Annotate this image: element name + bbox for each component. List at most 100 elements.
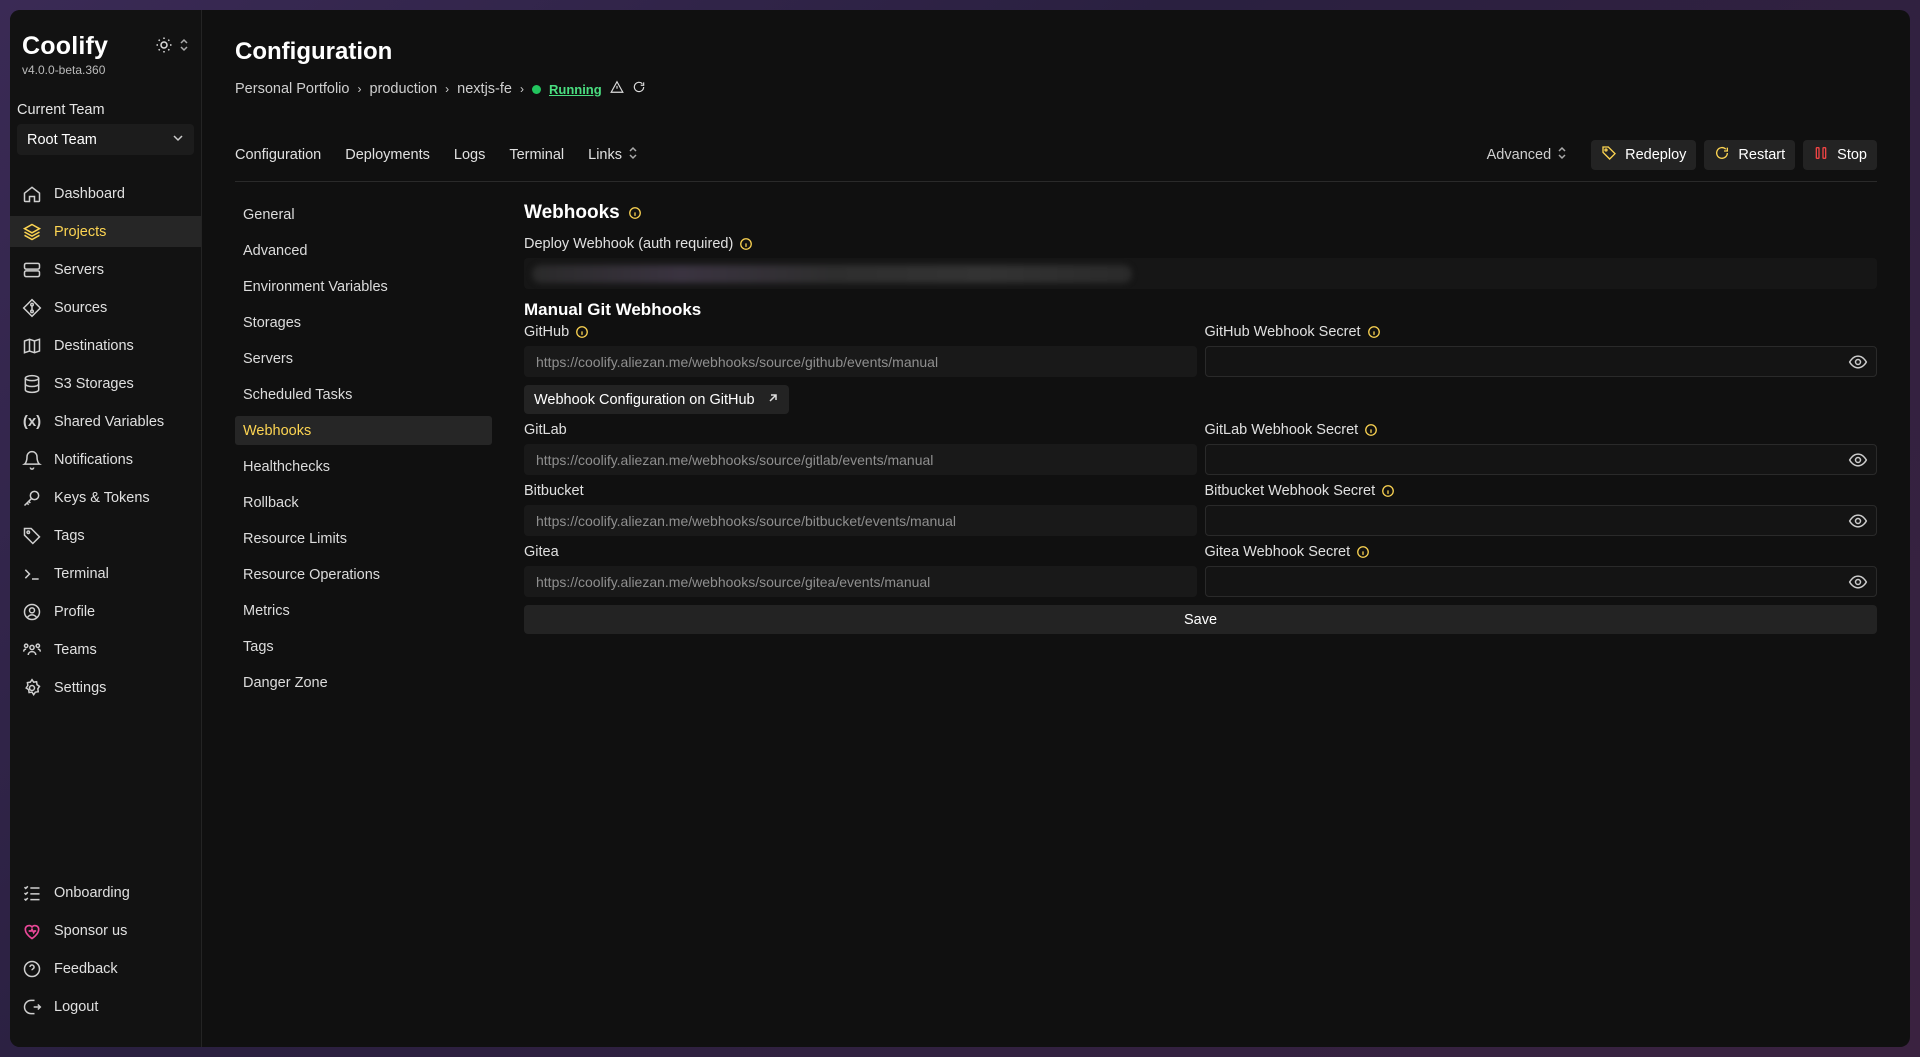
sidebar-bottom-nav: Onboarding Sponsor us Feedback Logout	[10, 877, 201, 1029]
nav-item-label: Onboarding	[54, 884, 130, 901]
nav-item-terminal[interactable]: Terminal	[10, 558, 201, 589]
nav-item-profile[interactable]: Profile	[10, 596, 201, 627]
subnav-danger-zone[interactable]: Danger Zone	[235, 668, 492, 697]
team-select[interactable]: Root Team	[17, 124, 194, 155]
external-link-icon	[767, 392, 779, 408]
restart-button[interactable]: Restart	[1704, 139, 1796, 170]
subnav-resource-limits[interactable]: Resource Limits	[235, 524, 492, 553]
subnav-tags[interactable]: Tags	[235, 632, 492, 661]
nav-item-logout[interactable]: Logout	[10, 991, 201, 1022]
bitbucket-secret-label-text: Bitbucket Webhook Secret	[1204, 483, 1376, 499]
nav-item-servers[interactable]: Servers	[10, 254, 201, 285]
subnav-environment-variables[interactable]: Environment Variables	[235, 272, 492, 301]
nav-item-dashboard[interactable]: Dashboard	[10, 178, 201, 209]
github-webhook-config-button[interactable]: Webhook Configuration on GitHub	[524, 385, 789, 414]
subnav-metrics[interactable]: Metrics	[235, 596, 492, 625]
nav-item-destinations[interactable]: Destinations	[10, 330, 201, 361]
nav-item-label: Shared Variables	[54, 413, 165, 430]
nav-item-notifications[interactable]: Notifications	[10, 444, 201, 475]
bitbucket-webhook-url-field[interactable]: https://coolify.aliezan.me/webhooks/sour…	[524, 505, 1197, 536]
nav-item-tags[interactable]: Tags	[10, 520, 201, 551]
nav-item-teams[interactable]: Teams	[10, 634, 201, 665]
nav-item-shared-variables[interactable]: (x) Shared Variables	[10, 406, 201, 437]
breadcrumb-environment[interactable]: production	[369, 81, 437, 97]
nav-item-label: Sponsor us	[54, 922, 128, 939]
tab-logs[interactable]: Logs	[454, 146, 485, 164]
users-icon	[20, 638, 44, 662]
subnav-general[interactable]: General	[235, 200, 492, 229]
gitea-webhook-url-field[interactable]: https://coolify.aliezan.me/webhooks/sour…	[524, 566, 1197, 597]
info-icon[interactable]	[1381, 484, 1395, 498]
breadcrumb-resource[interactable]: nextjs-fe	[457, 81, 512, 97]
tag-icon	[20, 524, 44, 548]
app-version: v4.0.0-beta.360	[22, 63, 106, 77]
info-icon[interactable]	[628, 206, 642, 220]
nav-item-sponsor[interactable]: Sponsor us	[10, 915, 201, 946]
info-icon[interactable]	[1364, 423, 1378, 437]
redacted-value	[532, 265, 1132, 283]
bitbucket-secret-field[interactable]	[1204, 505, 1877, 536]
eye-icon[interactable]	[1848, 352, 1868, 372]
eye-icon[interactable]	[1848, 572, 1868, 592]
status-dot	[531, 84, 541, 94]
subnav-healthchecks[interactable]: Healthchecks	[235, 452, 492, 481]
info-icon[interactable]	[575, 325, 589, 339]
eye-icon[interactable]	[1848, 511, 1868, 531]
chevron-right-icon: ›	[519, 82, 524, 96]
tab-links-label: Links	[588, 146, 622, 163]
nav-item-label: Teams	[54, 641, 97, 658]
deploy-webhook-field[interactable]	[524, 258, 1877, 289]
nav-item-label: Projects	[54, 223, 107, 240]
chevron-down-icon	[172, 132, 184, 148]
nav-item-projects[interactable]: Projects	[10, 216, 201, 247]
tab-links[interactable]: Links	[588, 146, 638, 164]
github-secret-label-text: GitHub Webhook Secret	[1204, 324, 1361, 340]
subnav-rollback[interactable]: Rollback	[235, 488, 492, 517]
github-webhook-url-field[interactable]: https://coolify.aliezan.me/webhooks/sour…	[524, 346, 1197, 377]
nav-item-sources[interactable]: Sources	[10, 292, 201, 323]
gitea-secret-label: Gitea Webhook Secret	[1205, 544, 1878, 560]
tab-terminal[interactable]: Terminal	[509, 146, 564, 164]
save-button[interactable]: Save	[524, 605, 1877, 634]
github-label: GitHub	[524, 324, 1197, 340]
refresh-icon[interactable]	[632, 80, 646, 98]
gitea-secret-field[interactable]	[1204, 566, 1877, 597]
subnav-storages[interactable]: Storages	[235, 308, 492, 337]
status-badge[interactable]: Running	[549, 82, 602, 97]
advanced-dropdown-label: Advanced	[1486, 146, 1552, 163]
subnav-advanced[interactable]: Advanced	[235, 236, 492, 265]
github-secret-field[interactable]	[1204, 346, 1877, 377]
eye-icon[interactable]	[1848, 450, 1868, 470]
stop-icon	[1813, 145, 1829, 165]
nav-item-s3-storages[interactable]: S3 Storages	[10, 368, 201, 399]
subnav-scheduled-tasks[interactable]: Scheduled Tasks	[235, 380, 492, 409]
nav-item-feedback[interactable]: Feedback	[10, 953, 201, 984]
redeploy-button[interactable]: Redeploy	[1591, 139, 1697, 170]
nav-item-label: S3 Storages	[54, 375, 134, 392]
breadcrumb-project[interactable]: Personal Portfolio	[235, 81, 349, 97]
config-subnav: General Advanced Environment Variables S…	[235, 200, 492, 704]
nav-item-label: Logout	[54, 998, 99, 1015]
nav-item-onboarding[interactable]: Onboarding	[10, 877, 201, 908]
sun-icon	[155, 36, 173, 59]
theme-toggle[interactable]	[155, 36, 189, 59]
current-team-label: Current Team	[17, 102, 105, 118]
nav-item-settings[interactable]: Settings	[10, 672, 201, 703]
gitlab-secret-field[interactable]	[1204, 444, 1877, 475]
subnav-resource-operations[interactable]: Resource Operations	[235, 560, 492, 589]
subnav-webhooks[interactable]: Webhooks	[235, 416, 492, 445]
subnav-servers[interactable]: Servers	[235, 344, 492, 373]
stop-button[interactable]: Stop	[1803, 139, 1877, 170]
nav-item-keys-tokens[interactable]: Keys & Tokens	[10, 482, 201, 513]
info-icon[interactable]	[1356, 545, 1370, 559]
info-icon[interactable]	[739, 237, 753, 251]
gitlab-webhook-url-field[interactable]: https://coolify.aliezan.me/webhooks/sour…	[524, 444, 1197, 475]
tab-configuration[interactable]: Configuration	[235, 146, 321, 164]
tab-deployments[interactable]: Deployments	[345, 146, 430, 164]
info-icon[interactable]	[1367, 325, 1381, 339]
tag-icon	[1601, 145, 1617, 165]
app-window: Coolify v4.0.0-beta.360 Current Team Roo…	[10, 10, 1910, 1047]
advanced-dropdown[interactable]: Advanced	[1487, 146, 1568, 164]
resource-actions: Advanced Redeploy Restart Stop	[1487, 139, 1877, 170]
variable-icon: (x)	[22, 413, 42, 430]
